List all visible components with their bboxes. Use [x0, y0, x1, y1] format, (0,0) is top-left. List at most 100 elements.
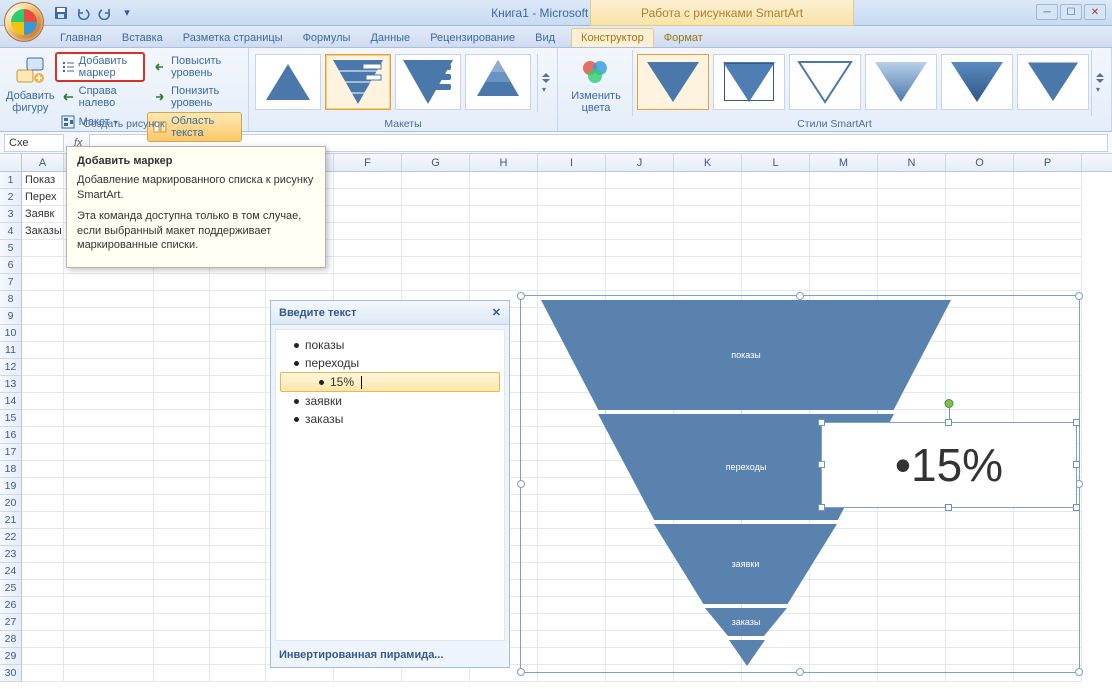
cell[interactable] [22, 631, 64, 648]
cell[interactable] [64, 274, 154, 291]
row-head[interactable]: 20 [0, 495, 22, 512]
cell[interactable] [402, 172, 470, 189]
cell[interactable] [22, 427, 64, 444]
cell[interactable] [22, 393, 64, 410]
cell[interactable] [878, 257, 946, 274]
cell[interactable] [538, 172, 606, 189]
tab-insert[interactable]: Вставка [112, 28, 173, 47]
resize-handle[interactable] [1073, 461, 1080, 468]
cell[interactable] [210, 546, 266, 563]
undo-icon[interactable] [74, 4, 92, 22]
row-head[interactable]: 29 [0, 648, 22, 665]
resize-handle[interactable] [1073, 419, 1080, 426]
cell[interactable] [210, 359, 266, 376]
cell[interactable] [64, 512, 154, 529]
cell[interactable] [210, 631, 266, 648]
text-pane-footer[interactable]: Инвертированная пирамида... [271, 645, 509, 665]
row-head[interactable]: 26 [0, 597, 22, 614]
cell[interactable] [402, 257, 470, 274]
cell[interactable] [1014, 189, 1082, 206]
cell[interactable] [946, 206, 1014, 223]
cell[interactable] [64, 393, 154, 410]
cell[interactable] [22, 597, 64, 614]
cell[interactable] [878, 240, 946, 257]
row-head[interactable]: 21 [0, 512, 22, 529]
cell[interactable] [154, 478, 210, 495]
tab-formulas[interactable]: Формулы [293, 28, 361, 47]
cell[interactable] [22, 614, 64, 631]
cell[interactable] [470, 274, 538, 291]
col-head[interactable]: N [878, 154, 946, 171]
cell[interactable] [22, 257, 64, 274]
row-head[interactable]: 16 [0, 427, 22, 444]
list-item-editing[interactable]: 15% [280, 372, 500, 392]
cell[interactable] [64, 410, 154, 427]
maximize-button[interactable]: ☐ [1060, 4, 1082, 20]
layout-option-2[interactable] [325, 54, 391, 110]
cell[interactable] [538, 206, 606, 223]
tab-page-layout[interactable]: Разметка страницы [173, 28, 293, 47]
cell[interactable] [22, 410, 64, 427]
row-head[interactable]: 10 [0, 325, 22, 342]
row-head[interactable]: 6 [0, 257, 22, 274]
cell[interactable] [210, 461, 266, 478]
cell[interactable] [22, 529, 64, 546]
col-head[interactable]: L [742, 154, 810, 171]
cell[interactable]: Заявк [22, 206, 64, 223]
cell[interactable] [742, 172, 810, 189]
cell[interactable] [22, 240, 64, 257]
cell[interactable] [946, 257, 1014, 274]
cell[interactable] [154, 665, 210, 682]
cell[interactable] [810, 189, 878, 206]
cell[interactable] [64, 597, 154, 614]
tab-design[interactable]: Конструктор [571, 28, 654, 47]
col-head[interactable]: K [674, 154, 742, 171]
cell[interactable] [606, 189, 674, 206]
cell[interactable] [334, 189, 402, 206]
funnel-segment[interactable]: заявки [654, 524, 837, 604]
cell[interactable] [334, 240, 402, 257]
cell[interactable] [742, 189, 810, 206]
cell[interactable] [154, 597, 210, 614]
cell[interactable] [1014, 274, 1082, 291]
col-head[interactable]: H [470, 154, 538, 171]
cell[interactable] [22, 359, 64, 376]
cell[interactable] [1014, 257, 1082, 274]
cell[interactable] [154, 308, 210, 325]
cell[interactable] [470, 206, 538, 223]
cell[interactable] [334, 257, 402, 274]
cell[interactable] [878, 189, 946, 206]
tab-home[interactable]: Главная [50, 28, 112, 47]
cell[interactable] [334, 223, 402, 240]
row-head[interactable]: 23 [0, 546, 22, 563]
cell[interactable] [810, 223, 878, 240]
cell[interactable] [674, 189, 742, 206]
row-head[interactable]: 15 [0, 410, 22, 427]
cell[interactable] [210, 342, 266, 359]
cell[interactable] [266, 274, 334, 291]
cell[interactable] [470, 189, 538, 206]
row-head[interactable]: 18 [0, 461, 22, 478]
cell[interactable] [154, 359, 210, 376]
change-colors-button[interactable]: Изменить цвета [564, 50, 628, 116]
row-head[interactable]: 27 [0, 614, 22, 631]
cell[interactable] [674, 206, 742, 223]
cell[interactable] [810, 206, 878, 223]
row-head[interactable]: 12 [0, 359, 22, 376]
cell[interactable] [334, 206, 402, 223]
row-head[interactable]: 30 [0, 665, 22, 682]
resize-handle[interactable] [945, 419, 952, 426]
cell[interactable] [210, 563, 266, 580]
cell[interactable] [154, 631, 210, 648]
cell[interactable] [22, 274, 64, 291]
cell[interactable] [210, 665, 266, 682]
cell[interactable] [22, 563, 64, 580]
cell[interactable] [154, 274, 210, 291]
row-head[interactable]: 17 [0, 444, 22, 461]
cell[interactable] [64, 495, 154, 512]
cell[interactable] [210, 597, 266, 614]
row-head[interactable]: 7 [0, 274, 22, 291]
smartart-text-pane[interactable]: Введите текст ✕ показы переходы 15% заяв… [270, 300, 510, 668]
cell[interactable] [22, 342, 64, 359]
style-option-2[interactable] [713, 54, 785, 110]
